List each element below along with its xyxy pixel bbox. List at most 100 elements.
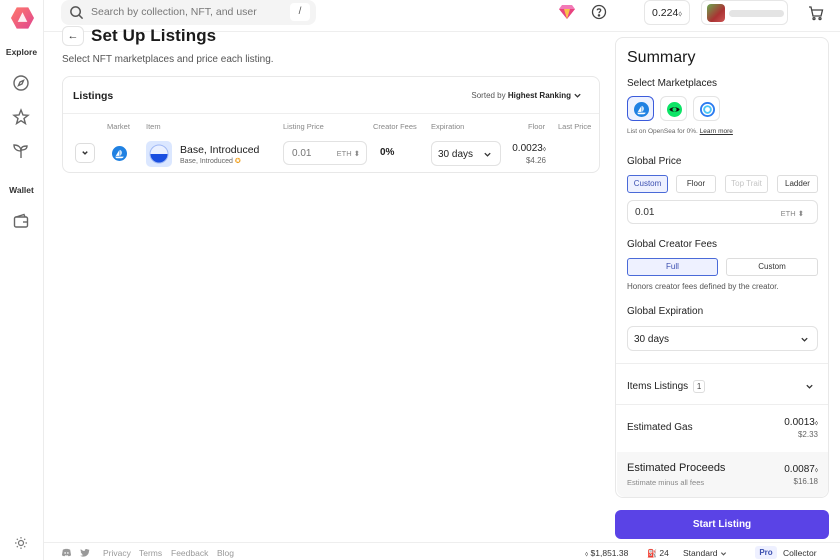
sun-icon[interactable] xyxy=(14,536,28,550)
creator-fees-value: 0% xyxy=(380,147,395,158)
global-price-unit-label: ETH xyxy=(780,209,796,218)
listing-price-input[interactable] xyxy=(292,145,332,162)
page-title: Set Up Listings xyxy=(91,26,217,45)
global-price-input[interactable] xyxy=(635,204,735,221)
marketplace-x2y2[interactable] xyxy=(693,96,720,121)
estimated-gas-eth-value: 0.0013 xyxy=(784,417,815,428)
estimated-gas-label: Estimated Gas xyxy=(627,422,693,433)
eth-icon: ⬨ xyxy=(814,420,818,427)
redacted-username xyxy=(729,10,784,17)
listings-panel: Listings Sorted by Highest Ranking Marke… xyxy=(62,76,600,173)
help-icon[interactable] xyxy=(591,4,607,20)
divider xyxy=(63,113,599,114)
opensea-icon xyxy=(112,146,127,161)
creator-fees-note: Honors creator fees defined by the creat… xyxy=(627,282,779,291)
footer-link-blog[interactable]: Blog xyxy=(217,548,234,558)
wallet-icon[interactable] xyxy=(12,212,30,230)
expiration-value: 30 days xyxy=(438,149,474,160)
fee-mode-full-button[interactable]: Full xyxy=(627,258,718,276)
global-expiration-label: Global Expiration xyxy=(627,306,704,317)
footer-link-feedback[interactable]: Feedback xyxy=(171,548,208,558)
column-header-creator-fees: Creator Fees xyxy=(373,122,417,131)
profile-button[interactable] xyxy=(701,0,788,25)
stepper-icon: ⬍ xyxy=(353,149,360,158)
expiration-select[interactable]: 30 days xyxy=(431,141,501,166)
sidebar: Explore Wallet xyxy=(0,0,44,560)
summary-title: Summary xyxy=(627,49,696,66)
chevron-down-icon[interactable] xyxy=(573,91,582,100)
column-header-listing-price: Listing Price xyxy=(283,122,324,131)
fee-mode-custom-button[interactable]: Custom xyxy=(726,258,818,276)
sort-prefix: Sorted by xyxy=(471,91,506,100)
column-header-item: Item xyxy=(146,122,161,131)
estimated-gas-eth: 0.0013⬨ xyxy=(784,417,818,428)
search-bar[interactable]: / xyxy=(61,0,316,25)
marketplace-looksrare[interactable] xyxy=(660,96,687,121)
footer-link-terms[interactable]: Terms xyxy=(139,548,162,558)
twitter-icon[interactable] xyxy=(79,547,90,558)
price-mode-floor-button[interactable]: Floor xyxy=(676,175,716,193)
global-expiration-select[interactable]: 30 days xyxy=(627,326,818,351)
eth-icon: ⬨ xyxy=(542,146,546,153)
back-button[interactable]: ← xyxy=(62,26,84,46)
estimated-proceeds-eth: 0.0087⬨ xyxy=(784,464,818,475)
price-mode-top-trait-button[interactable]: Top Trait xyxy=(725,175,768,193)
chevron-down-icon[interactable] xyxy=(805,382,814,391)
start-listing-button[interactable]: Start Listing xyxy=(615,510,829,539)
page-subtitle: Select NFT marketplaces and price each l… xyxy=(62,54,274,65)
listing-price-field[interactable]: ETH ⬍ xyxy=(283,141,367,165)
floor-price-eth: 0.0023⬨ xyxy=(509,143,546,154)
chevron-down-icon[interactable] xyxy=(720,550,727,557)
price-mode-custom-button[interactable]: Custom xyxy=(627,175,668,193)
estimated-proceeds-note: Estimate minus all fees xyxy=(627,478,705,487)
floor-price-usd: $4.26 xyxy=(525,156,546,165)
pro-mode-toggle[interactable]: Pro xyxy=(755,546,777,559)
global-creator-fees-label: Global Creator Fees xyxy=(627,239,718,250)
search-shortcut-key: / xyxy=(290,3,310,21)
x2y2-icon xyxy=(700,102,715,117)
gem-icon[interactable] xyxy=(558,4,576,20)
marketplace-note: List on OpenSea for 0%. Learn more xyxy=(627,128,733,135)
search-input[interactable] xyxy=(91,2,276,22)
learn-more-link[interactable]: Learn more xyxy=(700,128,733,135)
sort-dropdown[interactable]: Sorted by Highest Ranking xyxy=(471,91,571,100)
listings-title: Listings xyxy=(73,90,114,102)
cart-icon[interactable] xyxy=(808,5,824,21)
column-header-floor: Floor xyxy=(528,122,546,131)
nft-thumbnail[interactable] xyxy=(146,141,172,167)
discord-icon[interactable] xyxy=(61,547,72,558)
estimated-proceeds-label: Estimated Proceeds xyxy=(627,462,726,474)
price-unit-label: ETH xyxy=(336,149,352,158)
estimated-proceeds-usd: $16.18 xyxy=(793,477,818,486)
global-price-field[interactable]: ETH ⬍ xyxy=(627,200,818,224)
column-header-market: Market xyxy=(107,122,130,131)
star-icon[interactable] xyxy=(12,108,30,126)
gas-mode-select[interactable]: Standard xyxy=(683,548,718,558)
items-listings-label: Items Listings xyxy=(627,381,689,392)
opensea-icon xyxy=(634,102,649,117)
eth-price-value: $1,851.38 xyxy=(590,548,629,558)
gas-price-value: 24 xyxy=(659,548,669,558)
eth-icon: ⬨ xyxy=(814,467,818,474)
summary-panel: Summary Select Marketplaces List on Open… xyxy=(615,37,829,498)
app-logo-icon[interactable] xyxy=(10,6,35,30)
price-mode-ladder-button[interactable]: Ladder xyxy=(777,175,818,193)
avatar xyxy=(707,4,725,22)
compass-icon[interactable] xyxy=(12,74,30,92)
expand-row-button[interactable] xyxy=(75,143,95,163)
collector-mode-toggle[interactable]: Collector xyxy=(783,548,817,558)
looksrare-icon xyxy=(667,102,682,117)
estimated-proceeds-eth-value: 0.0087 xyxy=(784,464,815,475)
eth-icon: ⬨ xyxy=(678,9,682,18)
items-listings-toggle[interactable]: Items Listings 1 xyxy=(627,380,706,393)
wallet-balance[interactable]: 0.224⬨ xyxy=(644,0,690,25)
divider xyxy=(616,363,828,364)
marketplace-opensea[interactable] xyxy=(627,96,654,121)
gas-pump-icon: ⛽ xyxy=(647,549,657,558)
eth-price: ⬨ $1,851.38 xyxy=(585,548,628,559)
search-icon xyxy=(70,6,84,20)
estimated-gas-usd: $2.33 xyxy=(797,430,818,439)
sprout-icon[interactable] xyxy=(12,142,30,160)
footer-link-privacy[interactable]: Privacy xyxy=(103,548,131,558)
sidebar-label-wallet: Wallet xyxy=(9,185,34,195)
